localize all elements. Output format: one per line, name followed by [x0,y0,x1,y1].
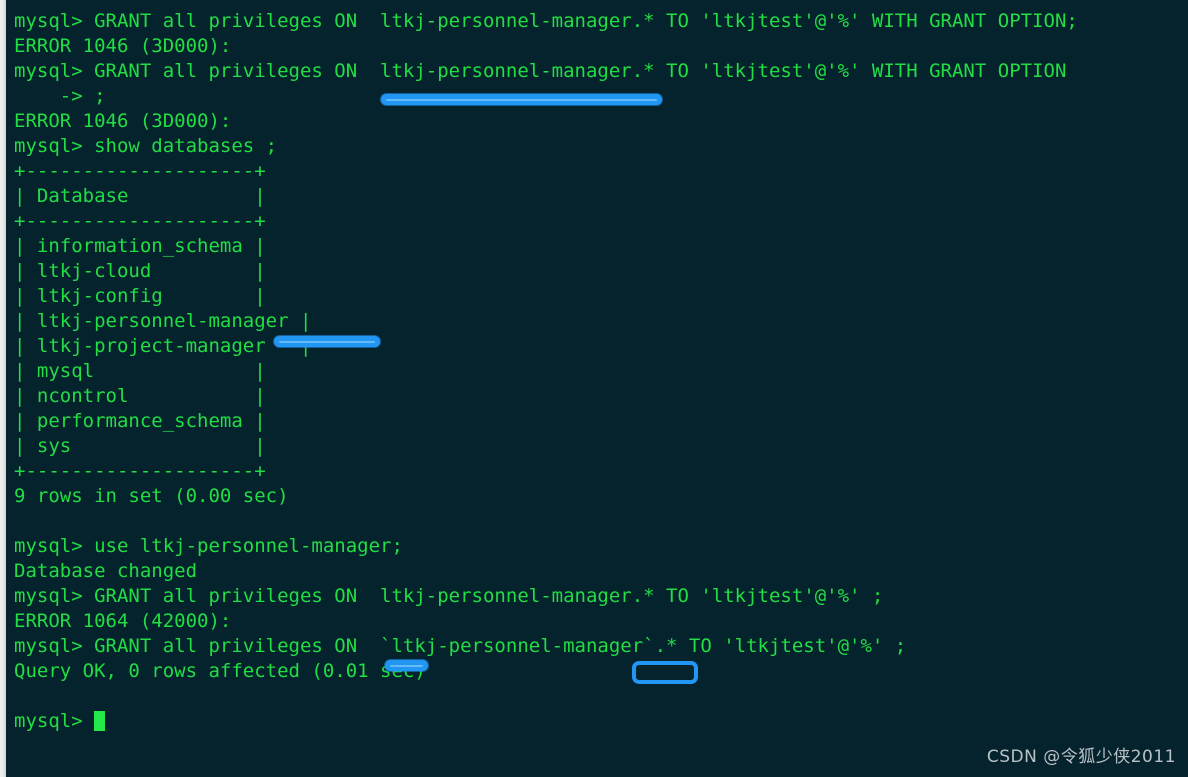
watermark-label: CSDN @令狐少侠2011 [986,747,1176,767]
terminal-line: | ncontrol | [14,385,266,407]
terminal-line: mysql> use ltkj-personnel-manager; [14,535,403,557]
terminal-line: mysql> [14,709,1184,734]
terminal-line: | ltkj-project-manager | [14,335,312,357]
terminal-line: | ltkj-cloud | [14,260,266,282]
terminal-line: mysql> GRANT all privileges ON `ltkj-per… [14,635,907,657]
terminal-line: +--------------------+ [14,160,266,182]
terminal-line: +--------------------+ [14,210,266,232]
underline-backtick-open [385,660,428,671]
annotation-highlight [386,98,657,101]
terminal-line: 9 rows in set (0.00 sec) [14,485,289,507]
terminal-line: +--------------------+ [14,460,266,482]
terminal-line: | information_schema | [14,235,266,257]
terminal-line: mysql> GRANT all privileges ON ltkj-pers… [14,585,884,607]
underline-backtick-close [632,661,698,684]
terminal-line: mysql> GRANT all privileges ON ltkj-pers… [14,10,1078,32]
annotation-highlight [390,664,423,667]
terminal-line: ERROR 1046 (3D000): [14,35,232,57]
terminal-screenshot: mysql> GRANT all privileges ON ltkj-pers… [0,0,1188,777]
underline-grant-option-line [381,94,662,105]
terminal-line: Query OK, 0 rows affected (0.01 sec) [14,660,426,682]
terminal-line: ERROR 1046 (3D000): [14,110,232,132]
annotation-highlight [279,340,375,343]
terminal-line: Database changed [14,560,198,582]
terminal-line: | ltkj-config | [14,285,266,307]
terminal-line: mysql> show databases ; [14,135,278,157]
terminal-line: | sys | [14,435,266,457]
underline-ltkj-personnel-manager-db [274,336,380,347]
terminal-line: ERROR 1064 (42000): [14,610,232,632]
terminal-line: | ltkj-personnel-manager | [14,310,312,332]
terminal-line: | Database | [14,185,266,207]
terminal-line: mysql> GRANT all privileges ON ltkj-pers… [14,60,1067,82]
terminal-line: | mysql | [14,360,266,382]
terminal-window[interactable]: mysql> GRANT all privileges ON ltkj-pers… [6,0,1188,777]
terminal-output[interactable]: mysql> GRANT all privileges ON ltkj-pers… [14,9,1184,734]
window-left-edge [0,0,6,777]
terminal-line: | performance_schema | [14,410,266,432]
text-cursor [94,711,106,731]
